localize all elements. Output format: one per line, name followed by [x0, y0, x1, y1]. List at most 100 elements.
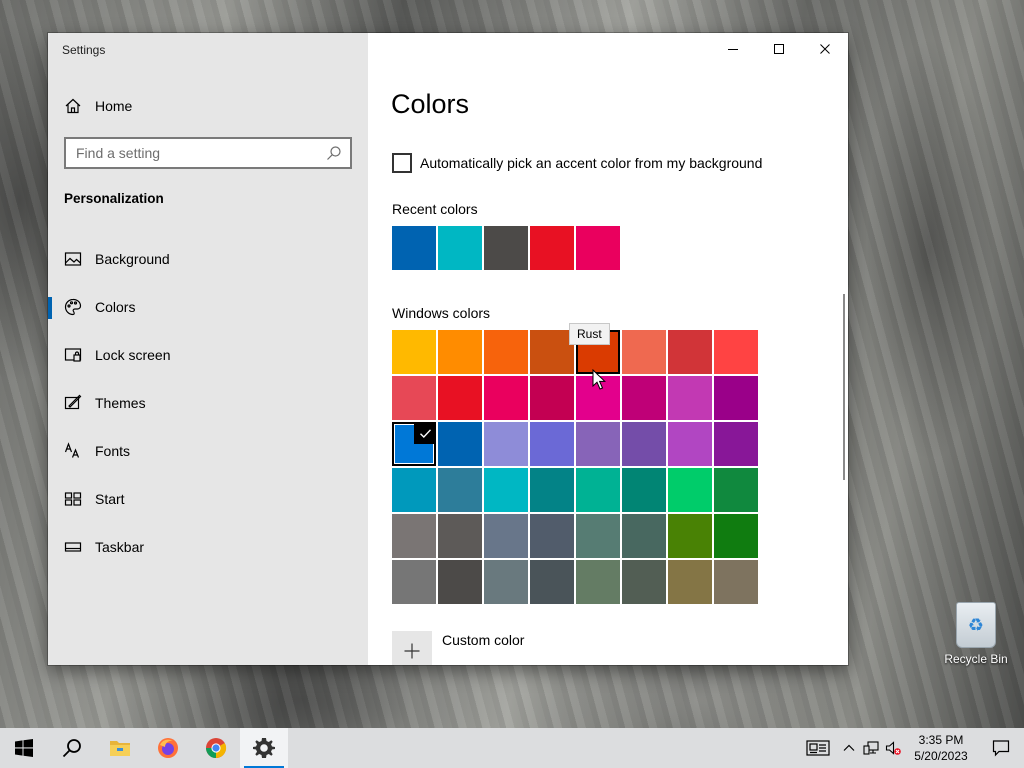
windows-color-swatch[interactable] — [484, 330, 528, 374]
windows-color-swatch[interactable] — [530, 376, 574, 420]
auto-accent-option[interactable]: Automatically pick an accent color from … — [392, 153, 762, 173]
recent-color-swatch[interactable] — [530, 226, 574, 270]
nav-item-colors[interactable]: Colors — [48, 283, 368, 331]
firefox-button[interactable] — [144, 728, 192, 768]
windows-color-swatch[interactable] — [530, 330, 574, 374]
windows-color-swatch[interactable] — [484, 376, 528, 420]
recent-color-swatch[interactable] — [484, 226, 528, 270]
windows-color-swatch[interactable] — [484, 514, 528, 558]
start-button[interactable] — [0, 728, 48, 768]
settings-taskbar-button[interactable] — [240, 728, 288, 768]
page-title: Colors — [391, 89, 470, 119]
caption-buttons — [710, 33, 848, 65]
chrome-button[interactable] — [192, 728, 240, 768]
windows-color-swatch[interactable] — [622, 514, 666, 558]
themes-icon — [64, 394, 82, 410]
windows-color-swatch[interactable] — [714, 376, 758, 420]
windows-color-swatch[interactable] — [622, 376, 666, 420]
action-center-button[interactable] — [978, 728, 1024, 768]
windows-color-swatch[interactable] — [392, 560, 436, 604]
windows-color-swatch[interactable] — [668, 468, 712, 512]
windows-color-swatch[interactable] — [438, 330, 482, 374]
search-input[interactable] — [66, 139, 326, 167]
windows-color-swatch-selected[interactable] — [392, 422, 436, 466]
windows-color-swatch[interactable] — [438, 422, 482, 466]
network-button[interactable] — [860, 728, 882, 768]
recent-color-swatch[interactable] — [438, 226, 482, 270]
close-button[interactable] — [802, 33, 848, 65]
windows-color-swatch[interactable] — [714, 422, 758, 466]
windows-color-swatch[interactable] — [622, 468, 666, 512]
chrome-icon — [205, 738, 227, 759]
custom-color-button[interactable]: Custom color — [392, 631, 524, 665]
windows-color-swatch[interactable] — [576, 514, 620, 558]
windows-color-swatch[interactable] — [576, 422, 620, 466]
windows-color-swatch[interactable] — [668, 422, 712, 466]
fonts-icon — [64, 442, 80, 458]
windows-color-swatch[interactable] — [438, 514, 482, 558]
folder-icon — [110, 741, 130, 756]
windows-color-swatch[interactable] — [438, 560, 482, 604]
windows-logo-icon — [15, 739, 33, 757]
nav-item-start[interactable]: Start — [48, 475, 368, 523]
windows-color-swatch[interactable] — [392, 514, 436, 558]
windows-color-swatch[interactable] — [668, 514, 712, 558]
windows-color-swatch[interactable] — [622, 330, 666, 374]
windows-color-swatch[interactable] — [530, 560, 574, 604]
windows-color-swatch[interactable] — [484, 560, 528, 604]
nav-label: Fonts — [95, 443, 131, 459]
windows-color-swatch[interactable] — [530, 422, 574, 466]
nav-item-taskbar[interactable]: Taskbar — [48, 523, 368, 571]
windows-color-swatch[interactable] — [484, 422, 528, 466]
nav-item-fonts[interactable]: Fonts — [48, 427, 368, 475]
windows-color-swatch[interactable] — [392, 330, 436, 374]
windows-color-swatch[interactable] — [622, 422, 666, 466]
taskbar-clock[interactable]: 3:35 PM 5/20/2023 — [904, 732, 978, 764]
windows-color-swatch[interactable] — [530, 514, 574, 558]
volume-button[interactable] — [882, 728, 904, 768]
windows-color-swatch[interactable] — [484, 468, 528, 512]
nav-item-background[interactable]: Background — [48, 235, 368, 283]
content-scrollbar[interactable] — [843, 294, 845, 480]
news-widget-button[interactable] — [798, 728, 838, 768]
custom-color-label: Custom color — [442, 632, 525, 648]
home-link[interactable]: Home — [64, 95, 132, 117]
windows-color-swatch[interactable] — [438, 468, 482, 512]
home-label: Home — [95, 98, 133, 114]
nav-label: Colors — [95, 299, 136, 315]
windows-color-swatch[interactable] — [622, 560, 666, 604]
minimize-button[interactable] — [710, 33, 756, 65]
start-icon — [64, 492, 82, 506]
nav-item-lock-screen[interactable]: Lock screen — [48, 331, 368, 379]
find-setting-search[interactable] — [64, 137, 352, 169]
windows-color-swatch[interactable] — [714, 514, 758, 558]
settings-window: Settings Home Personalization Background — [48, 33, 848, 665]
windows-color-swatch[interactable] — [392, 376, 436, 420]
windows-color-swatch[interactable] — [576, 468, 620, 512]
gear-icon — [253, 738, 275, 758]
windows-color-swatch[interactable] — [668, 560, 712, 604]
auto-accent-checkbox[interactable] — [392, 153, 412, 173]
maximize-button[interactable] — [756, 33, 802, 65]
show-hidden-icons-button[interactable] — [838, 728, 860, 768]
recycle-bin[interactable]: Recycle Bin — [940, 600, 1012, 666]
plus-icon-box — [392, 631, 432, 665]
nav-label: Lock screen — [95, 347, 171, 363]
windows-color-swatch[interactable] — [714, 468, 758, 512]
taskbar-search-button[interactable] — [48, 728, 96, 768]
file-explorer-button[interactable] — [96, 728, 144, 768]
windows-color-swatch[interactable] — [668, 376, 712, 420]
clock-date: 5/20/2023 — [914, 749, 968, 763]
nav-item-themes[interactable]: Themes — [48, 379, 368, 427]
windows-color-swatch[interactable] — [576, 560, 620, 604]
windows-color-swatch[interactable] — [668, 330, 712, 374]
windows-color-swatch[interactable] — [530, 468, 574, 512]
windows-color-swatch[interactable] — [392, 468, 436, 512]
picture-icon — [64, 252, 82, 266]
windows-color-swatch[interactable] — [438, 376, 482, 420]
auto-accent-label: Automatically pick an accent color from … — [420, 155, 763, 171]
windows-color-swatch[interactable] — [714, 560, 758, 604]
recent-color-swatch[interactable] — [392, 226, 436, 270]
windows-color-swatch[interactable] — [714, 330, 758, 374]
recent-color-swatch[interactable] — [576, 226, 620, 270]
